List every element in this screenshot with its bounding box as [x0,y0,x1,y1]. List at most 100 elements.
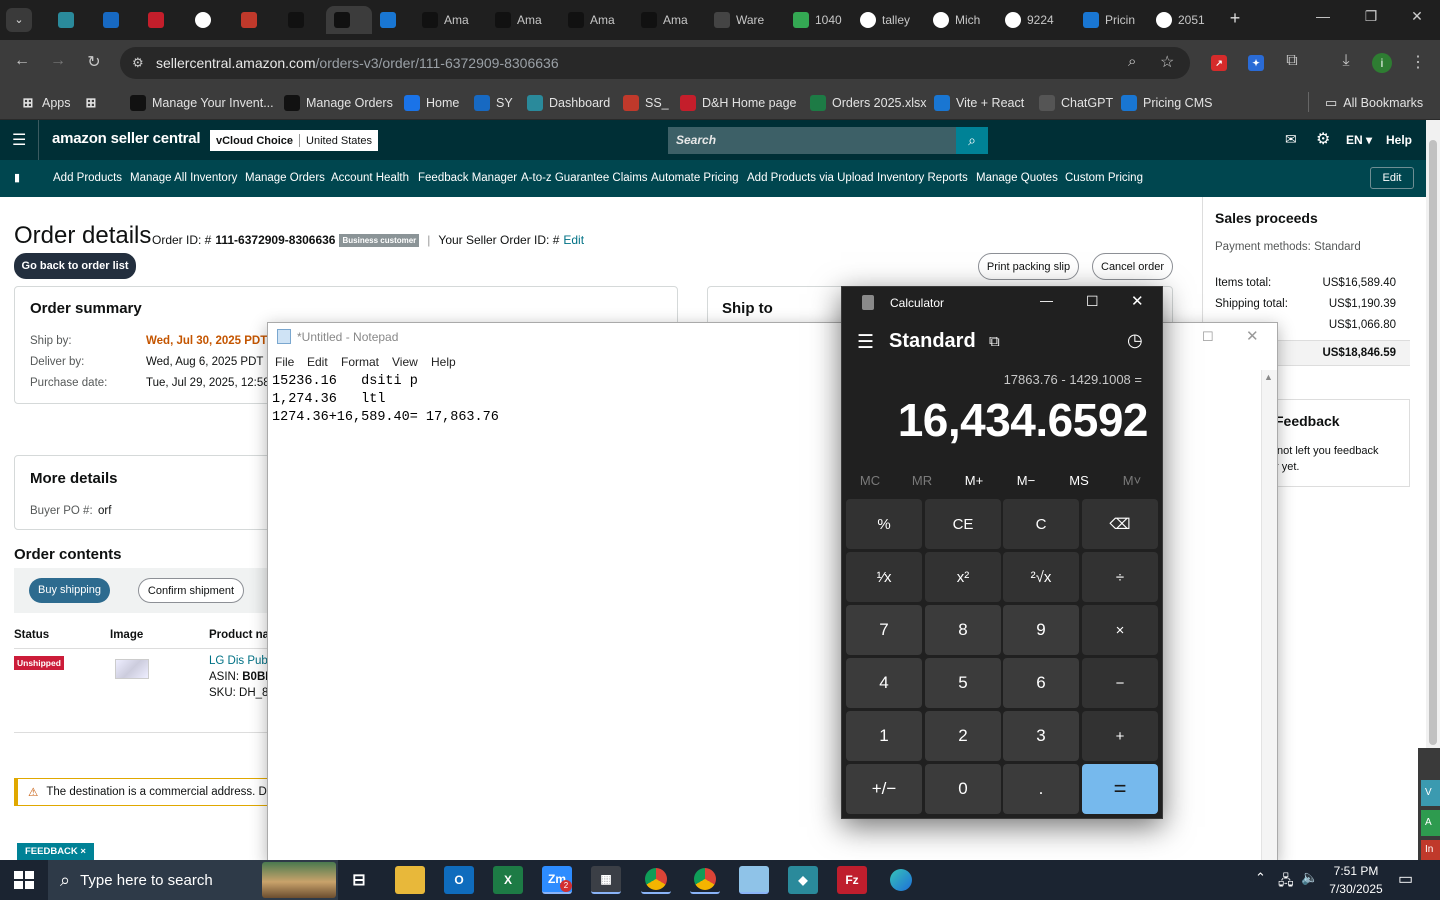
nav-item[interactable]: Automate Pricing [651,172,739,184]
browser-tab[interactable]: Ware [706,6,785,34]
calc-key[interactable]: x² [925,552,1001,602]
back-arrow-icon[interactable]: ← [10,52,34,70]
clock-date[interactable]: 7/30/2025 [1322,882,1390,896]
bookmark-item[interactable]: ChatGPT [1039,93,1113,113]
notepad-menu-item[interactable]: Help [431,355,456,369]
address-bar[interactable]: ⚙ sellercentral.amazon.com/orders-v3/ord… [120,47,1190,79]
browser-tab[interactable] [372,6,414,34]
seller-search-button[interactable]: ⌕ [956,127,988,154]
bookmark-item[interactable]: ⊞ Apps [20,93,71,113]
browser-menu-icon[interactable]: ⋮ [1406,52,1430,72]
calc-key[interactable]: C [1003,499,1079,549]
volume-icon[interactable]: 🔈 [1301,869,1318,886]
browser-tab[interactable]: 9224 [997,6,1075,34]
browser-tab[interactable]: Ama [414,6,487,34]
side-widget-tab-green[interactable]: A [1421,810,1440,836]
outlook-icon[interactable]: O [444,866,474,894]
calc-key[interactable]: 9 [1003,605,1079,655]
excel-icon[interactable]: X [493,866,523,894]
calc-memory-button[interactable]: M− [1008,473,1044,488]
calc-key[interactable]: 3 [1003,711,1079,761]
calc-key[interactable]: 8 [925,605,1001,655]
calculator-taskbar-icon[interactable]: ▦ [591,866,621,894]
mail-icon[interactable]: ✉ [1285,131,1297,148]
browser-tab[interactable] [140,6,187,34]
nav-item[interactable]: Inventory Reports [877,172,968,184]
bookmark-item[interactable]: D&H Home page [680,93,797,113]
close-icon[interactable]: ✕ [1402,8,1432,25]
minimize-icon[interactable]: — [1308,8,1338,24]
buy-shipping-button[interactable]: Buy shipping [29,578,110,603]
nav-item[interactable]: Add Products [53,172,122,184]
zoom-icon[interactable]: ⌕ [1128,53,1136,70]
bookmark-item[interactable]: ⊞ [83,93,99,113]
print-packing-slip-button[interactable]: Print packing slip [978,253,1079,280]
calc-key[interactable]: +/− [846,764,922,814]
reload-icon[interactable]: ↻ [82,52,106,72]
nav-item[interactable]: Custom Pricing [1065,172,1143,184]
calc-key[interactable]: 7 [846,605,922,655]
notepad-scrollbar[interactable] [1261,370,1277,860]
seller-search-input[interactable]: Search [668,127,956,154]
start-button[interactable] [14,871,34,889]
browser-tab[interactable] [95,6,140,34]
browser-tab[interactable]: Pricin [1075,6,1148,34]
nav-item[interactable]: Feedback Manager [418,172,517,184]
bookmark-item[interactable]: Pricing CMS [1121,93,1212,113]
cancel-order-button[interactable]: Cancel order [1092,253,1173,280]
language-selector[interactable]: EN ▾ [1346,133,1372,147]
notification-center-icon[interactable]: ▭ [1398,869,1413,889]
task-view-icon[interactable]: ⊟ [344,866,374,894]
settings-gear-icon[interactable]: ⚙ [1316,129,1330,149]
nav-item[interactable]: Manage Orders [245,172,325,184]
keep-on-top-icon[interactable]: ⧉ [989,333,1000,350]
nav-item[interactable]: Account Health [331,172,409,184]
calc-key[interactable]: ⌫ [1082,499,1158,549]
calc-key[interactable]: ÷ [1082,552,1158,602]
new-tab-button[interactable]: + [1225,8,1245,29]
extension-puzzle-blue-icon[interactable]: ✦ [1248,55,1264,71]
forward-arrow-icon[interactable]: → [46,52,70,70]
calc-key[interactable]: − [1082,658,1158,708]
app-teal-icon[interactable]: ◆ [788,866,818,894]
site-info-icon[interactable]: ⚙ [132,55,144,71]
calc-key[interactable]: 6 [1003,658,1079,708]
notepad-close-icon[interactable]: ✕ [1246,327,1259,345]
calc-key[interactable]: + [1082,711,1158,761]
calc-memory-button[interactable]: MC [852,473,888,488]
tab-search-button[interactable]: ⌄ [6,8,32,32]
nav-item[interactable]: Manage All Inventory [130,172,237,184]
bookmark-item[interactable]: Manage Your Invent... [130,93,274,113]
bookmark-item[interactable]: SS_ [623,93,669,113]
notepad-menu-item[interactable]: File [275,355,294,369]
notepad-menu-item[interactable]: View [392,355,418,369]
history-icon[interactable]: ◷ [1127,330,1143,351]
chrome-icon[interactable] [641,866,671,894]
product-thumbnail[interactable] [115,659,149,679]
browser-tab[interactable]: Ama [633,6,706,34]
calc-memory-button[interactable]: MS [1061,473,1097,488]
calc-key[interactable]: ¹⁄x [846,552,922,602]
feedback-tab[interactable]: FEEDBACK × [17,843,94,860]
download-icon[interactable]: ⤓ [1334,52,1358,70]
browser-tab[interactable]: Ama [560,6,633,34]
calc-key[interactable]: ²√x [1003,552,1079,602]
calc-maximize-icon[interactable]: ☐ [1086,293,1099,310]
filezilla-icon[interactable]: Fz [837,866,867,894]
nav-item[interactable]: Add Products via Upload [747,172,874,184]
calc-key[interactable]: 1 [846,711,922,761]
bookmark-item[interactable]: Orders 2025.xlsx [810,93,926,113]
seller-order-edit-link[interactable]: Edit [563,233,584,247]
browser-tab[interactable] [233,6,280,34]
notepad-menu-item[interactable]: Edit [307,355,328,369]
hamburger-menu-icon[interactable]: ☰ [12,130,26,150]
store-switcher[interactable]: vCloud Choice United States [210,130,379,151]
bookmark-item[interactable]: SY [474,93,513,113]
feedback-close-icon[interactable]: × [80,846,86,857]
extension-pdf-icon[interactable]: ↗ [1211,55,1227,71]
bookmark-pin-icon[interactable]: ▮ [14,171,20,184]
bookmark-star-icon[interactable]: ☆ [1160,52,1174,72]
browser-tab[interactable] [187,6,233,34]
notepad-text-area[interactable]: 15236.16 dsiti p 1,274.36 ltl 1274.36+16,5… [272,373,499,427]
calc-key[interactable]: × [1082,605,1158,655]
